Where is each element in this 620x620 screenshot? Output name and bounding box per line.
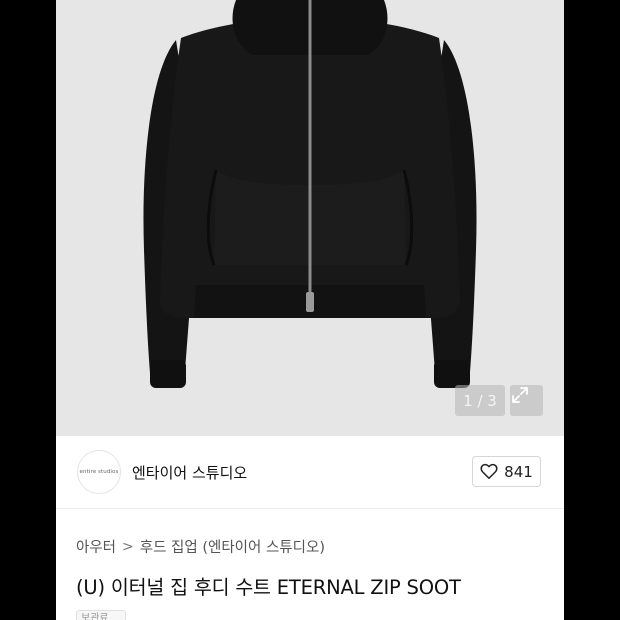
product-image-carousel[interactable]: 1 / 3 [56,0,564,436]
brand-row[interactable]: entire studios 엔타이어 스튜디오 841 [56,436,564,509]
brand-logo-text: entire studios [79,469,119,475]
expand-arrows-icon [512,387,528,403]
product-title: (U) 이터널 집 후디 수트 ETERNAL ZIP SOOT [76,576,461,599]
hoodie-photo [143,0,477,388]
breadcrumb-subcategory[interactable]: 후드 집업 (엔타이어 스튜디오) [140,536,325,557]
breadcrumb: 아우터 > 후드 집업 (엔타이어 스튜디오) [76,536,325,557]
brand-logo[interactable]: entire studios [77,450,121,494]
expand-icon[interactable] [510,385,543,416]
product-tag: 보관료 [76,610,126,620]
like-button[interactable]: 841 [472,456,541,487]
breadcrumb-category[interactable]: 아우터 [76,536,116,557]
brand-name[interactable]: 엔타이어 스튜디오 [132,462,247,483]
like-count: 841 [504,462,533,481]
breadcrumb-separator: > [122,538,134,555]
app-screen: 1 / 3 entire studios 엔타이어 스튜디오 841 아우터 >… [56,0,564,620]
image-pager: 1 / 3 [455,385,505,416]
heart-outline-icon [480,463,498,479]
